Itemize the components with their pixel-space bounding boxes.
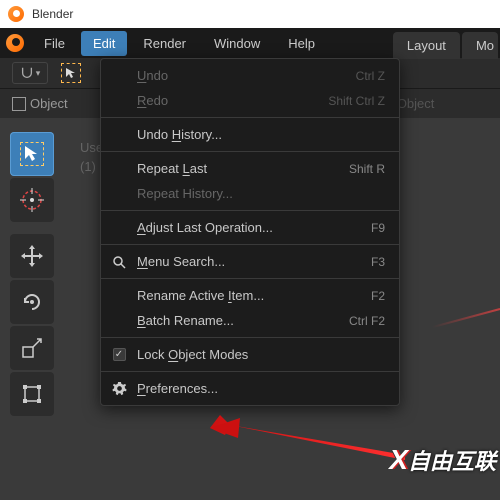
rotate-tool[interactable] [10,280,54,324]
menu-render[interactable]: Render [131,31,198,56]
gear-icon [111,381,127,397]
workspace-tabs: Layout Mo [393,28,500,59]
menu-separator [101,210,399,211]
menu-shortcut: Shift R [349,162,385,176]
select-box-tool[interactable] [10,132,54,176]
menu-item-label: Undo History... [137,127,222,142]
menu-item-menu-search[interactable]: Menu Search... F3 [101,249,399,274]
menu-item-label: Lock Object Modes [137,347,248,362]
menu-item-label: Redo [137,93,168,108]
menu-shortcut: Ctrl Z [356,69,385,83]
watermark-text: 自由互联 [408,444,496,476]
transform-tool[interactable] [10,372,54,416]
snapping-dropdown[interactable]: ▾ [12,62,48,84]
toolbar [10,132,54,416]
menu-separator [101,151,399,152]
header-menu-object[interactable]: Object [397,96,435,111]
menu-shortcut: F9 [371,221,385,235]
move-tool[interactable] [10,234,54,278]
search-icon [111,254,127,270]
menu-item-lock-object-modes[interactable]: ✓ Lock Object Modes [101,342,399,367]
app-icon[interactable] [6,34,24,52]
cursor-tool[interactable] [10,178,54,222]
cursor-tool-preview [56,62,86,84]
menu-item-label: Repeat Last [137,161,207,176]
menu-shortcut: Shift Ctrl Z [328,94,385,108]
menu-item-label: Batch Rename... [137,313,234,328]
menu-item-repeat-last[interactable]: Repeat Last Shift R [101,156,399,181]
menu-shortcut: F3 [371,255,385,269]
mode-selector[interactable]: Object [12,96,68,111]
menu-item-batch-rename[interactable]: Batch Rename... Ctrl F2 [101,308,399,333]
tab-modeling[interactable]: Mo [462,32,498,59]
menu-file[interactable]: File [32,31,77,56]
window-titlebar: Blender [0,0,500,28]
menu-item-label: Menu Search... [137,254,225,269]
menu-separator [101,337,399,338]
menu-separator [101,278,399,279]
menu-shortcut: F2 [371,289,385,303]
menu-separator [101,117,399,118]
menu-edit[interactable]: Edit [81,31,127,56]
menu-item-undo: Undo Ctrl Z [101,63,399,88]
blender-logo-icon [8,6,24,22]
menu-item-adjust-last-operation[interactable]: Adjust Last Operation... F9 [101,215,399,240]
mode-label: Object [30,96,68,111]
menu-item-label: Rename Active Item... [137,288,264,303]
checkbox-icon: ✓ [111,347,127,363]
window-title: Blender [32,7,73,21]
watermark: X 自由互联 [389,444,496,476]
edit-menu-dropdown: Undo Ctrl Z Redo Shift Ctrl Z Undo History..… [100,58,400,406]
menu-item-rename-active-item[interactable]: Rename Active Item... F2 [101,283,399,308]
watermark-logo-icon: X [389,444,406,476]
menu-item-repeat-history: Repeat History... [101,181,399,206]
menu-item-label: Repeat History... [137,186,233,201]
menu-separator [101,244,399,245]
menu-help[interactable]: Help [276,31,327,56]
menu-separator [101,371,399,372]
annotation-arrow [210,410,410,470]
menu-item-undo-history[interactable]: Undo History... [101,122,399,147]
menu-item-label: Preferences... [137,381,218,396]
top-menubar: FileEditRenderWindowHelp Layout Mo [0,28,500,58]
tab-layout[interactable]: Layout [393,32,460,59]
menu-item-label: Adjust Last Operation... [137,220,273,235]
scale-tool[interactable] [10,326,54,370]
menu-window[interactable]: Window [202,31,272,56]
menu-item-preferences[interactable]: Preferences... [101,376,399,401]
menu-shortcut: Ctrl F2 [349,314,385,328]
object-mode-icon [12,97,26,111]
x-axis-line [432,308,500,328]
menu-item-label: Undo [137,68,168,83]
menu-item-redo: Redo Shift Ctrl Z [101,88,399,113]
